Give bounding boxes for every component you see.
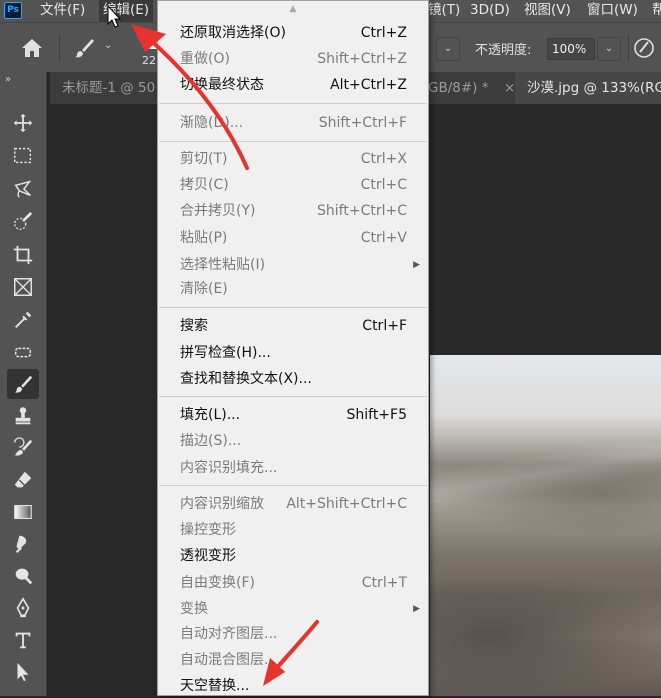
menu-item-copy[interactable]: 拷贝(C) Ctrl+C bbox=[158, 173, 428, 197]
marquee-icon[interactable] bbox=[7, 141, 39, 171]
menu-window[interactable]: 窗口(W) bbox=[587, 0, 638, 22]
opacity-input[interactable]: 100% bbox=[547, 38, 595, 60]
eyedropper-icon[interactable] bbox=[7, 305, 39, 335]
menu-separator bbox=[159, 396, 427, 397]
gradient-icon[interactable] bbox=[7, 497, 39, 527]
brush-icon[interactable] bbox=[7, 369, 39, 399]
brush-size-swatch[interactable] bbox=[143, 31, 157, 49]
menu-item-perspective-warp[interactable]: 透视变形 bbox=[158, 544, 428, 568]
opacity-label: 不透明度: bbox=[475, 43, 532, 58]
menu-separator bbox=[159, 307, 427, 308]
menu-file[interactable]: 文件(F) bbox=[40, 0, 85, 22]
menu-item-toggle-last-state[interactable]: 切换最终状态 Alt+Ctrl+Z bbox=[158, 73, 428, 97]
type-icon[interactable] bbox=[7, 625, 39, 655]
menu-item-sky-replacement[interactable]: 天空替换... bbox=[158, 674, 428, 698]
menu-separator bbox=[159, 485, 427, 486]
chevron-down-icon[interactable]: ⌄ bbox=[104, 40, 112, 51]
menu-filter[interactable]: 镜(T) bbox=[428, 0, 460, 22]
pressure-opacity-icon[interactable] bbox=[632, 36, 656, 60]
menu-separator bbox=[159, 141, 427, 142]
menu-item-auto-blend-layers[interactable]: 自动混合图层... bbox=[158, 648, 428, 672]
path-select-icon[interactable] bbox=[7, 657, 39, 687]
menu-item-cut[interactable]: 剪切(T) Ctrl+X bbox=[158, 147, 428, 171]
quick-select-icon[interactable] bbox=[7, 207, 39, 237]
menu-item-puppet-warp[interactable]: 操控变形 bbox=[158, 518, 428, 542]
menu-item-auto-align-layers[interactable]: 自动对齐图层... bbox=[158, 622, 428, 646]
frame-icon[interactable] bbox=[7, 272, 39, 302]
history-brush-icon[interactable] bbox=[7, 433, 39, 463]
tab-untitled-1[interactable]: 未标题-1 @ 50 bbox=[62, 72, 157, 104]
menu-item-content-aware-scale[interactable]: 内容识别缩放 Alt+Shift+Ctrl+C bbox=[158, 492, 428, 516]
menu-item-fill[interactable]: 填充(L)... Shift+F5 bbox=[158, 403, 428, 427]
eraser-icon[interactable] bbox=[7, 465, 39, 495]
menu-separator bbox=[159, 103, 427, 104]
move-icon[interactable] bbox=[7, 108, 39, 138]
smudge-icon[interactable] bbox=[7, 529, 39, 559]
home-icon[interactable] bbox=[20, 36, 46, 60]
lasso-icon[interactable] bbox=[7, 174, 39, 204]
edit-menu-dropdown: ▲ 还原取消选择(O) Ctrl+Z 重做(O) Shift+Ctrl+Z 切换最终… bbox=[157, 0, 429, 696]
dodge-icon[interactable] bbox=[7, 561, 39, 591]
menu-item-copy-merged[interactable]: 合并拷贝(Y) Shift+Ctrl+C bbox=[158, 199, 428, 223]
menu-item-clear[interactable]: 清除(E) bbox=[158, 277, 428, 301]
menu-item-fade[interactable]: 渐隐(D)... Shift+Ctrl+F bbox=[158, 111, 428, 135]
menu-item-paste-special[interactable]: 选择性粘贴(I) ▶ bbox=[158, 253, 428, 277]
menu-item-find-replace-text[interactable]: 查找和替换文本(X)... bbox=[158, 367, 428, 391]
submenu-arrow-icon: ▶ bbox=[413, 260, 420, 270]
scroll-up-arrow-icon[interactable]: ▲ bbox=[158, 1, 428, 17]
stamp-icon[interactable] bbox=[7, 401, 39, 431]
spot-heal-icon[interactable] bbox=[7, 337, 39, 367]
brush-preset-icon[interactable] bbox=[72, 36, 98, 60]
menu-item-transform[interactable]: 变换 ▶ bbox=[158, 597, 428, 621]
menu-help[interactable]: 帮 bbox=[652, 0, 661, 22]
tab-desert-jpg[interactable]: 沙漠.jpg @ 133%(RG bbox=[515, 72, 661, 104]
photoshop-logo-icon: Ps bbox=[4, 2, 22, 19]
menu-item-undo[interactable]: 还原取消选择(O) Ctrl+Z bbox=[158, 21, 428, 45]
menu-item-redo[interactable]: 重做(O) Shift+Ctrl+Z bbox=[158, 47, 428, 71]
menu-item-paste[interactable]: 粘贴(P) Ctrl+V bbox=[158, 226, 428, 250]
menu-edit[interactable]: 编辑(E) bbox=[99, 0, 154, 22]
menu-3d[interactable]: 3D(D) bbox=[470, 0, 510, 22]
menu-item-free-transform[interactable]: 自由变换(F) Ctrl+T bbox=[158, 571, 428, 595]
pen-icon[interactable] bbox=[7, 593, 39, 623]
desert-photo[interactable] bbox=[430, 355, 661, 696]
toolbox: » bbox=[0, 72, 47, 696]
brush-size-value: 22 bbox=[142, 54, 156, 67]
submenu-arrow-icon: ▶ bbox=[413, 604, 420, 614]
menu-item-search[interactable]: 搜索 Ctrl+F bbox=[158, 314, 428, 338]
mode-dropdown-chevron-icon[interactable]: ⌄ bbox=[436, 37, 460, 61]
collapse-panel-icon[interactable]: » bbox=[5, 74, 11, 85]
crop-icon[interactable] bbox=[7, 240, 39, 270]
menu-item-stroke[interactable]: 描边(S)... bbox=[158, 429, 428, 453]
menu-view[interactable]: 视图(V) bbox=[524, 0, 571, 22]
menu-item-content-aware-fill[interactable]: 内容识别填充... bbox=[158, 456, 428, 480]
menu-item-spell-check[interactable]: 拼写检查(H)... bbox=[158, 341, 428, 365]
opacity-chevron-icon[interactable]: ⌄ bbox=[597, 37, 621, 61]
